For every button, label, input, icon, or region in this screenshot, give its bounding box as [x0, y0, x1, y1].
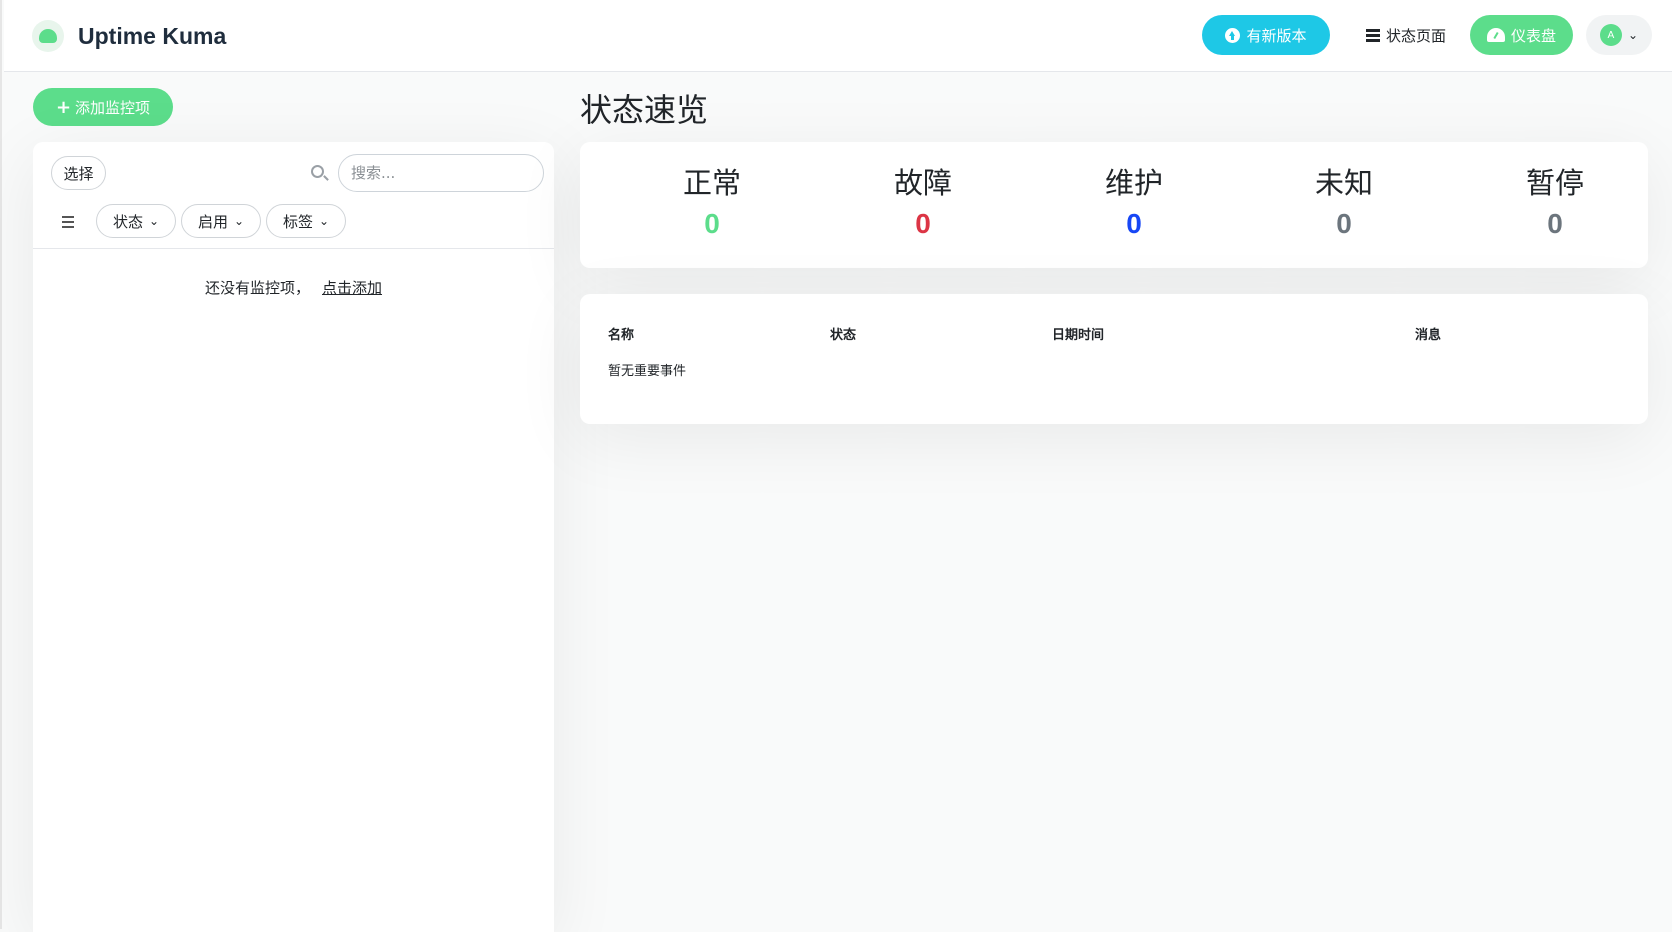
empty-monitor-text: 还没有监控项，: [204, 279, 310, 297]
arrow-circle-up-icon: [1225, 27, 1241, 43]
empty-monitor-message: 还没有监控项， 点击添加: [33, 277, 554, 298]
stat-maintenance: 维护 0: [1054, 160, 1214, 240]
stat-unknown-label: 未知: [1314, 166, 1373, 200]
gauge-icon: [1486, 28, 1505, 42]
dashboard-label: 仪表盘: [1510, 26, 1556, 45]
status-filter-dropdown[interactable]: 状态 ⌄: [96, 204, 176, 238]
stat-paused-value: 0: [1547, 208, 1563, 239]
search-icon: [311, 165, 324, 178]
filter-menu-icon[interactable]: [62, 216, 74, 228]
column-header-name[interactable]: 名称: [608, 324, 634, 343]
divider: [33, 248, 554, 249]
stat-down: 故障 0: [843, 160, 1003, 240]
brand[interactable]: Uptime Kuma: [32, 20, 226, 52]
important-events-card: 名称 状态 日期时间 消息 暂无重要事件: [580, 294, 1648, 424]
new-version-label: 有新版本: [1246, 26, 1307, 45]
search-input[interactable]: [338, 154, 544, 192]
avatar: A: [1599, 24, 1622, 46]
status-filter-label: 状态: [112, 212, 143, 231]
column-header-message[interactable]: 消息: [1415, 324, 1441, 343]
chevron-down-icon: ⌄: [1627, 28, 1639, 42]
stat-paused: 暂停 0: [1475, 160, 1635, 240]
stat-unknown-value: 0: [1336, 208, 1352, 239]
stat-paused-label: 暂停: [1525, 166, 1584, 200]
select-button[interactable]: 选择: [51, 156, 106, 190]
status-page-label: 状态页面: [1385, 26, 1446, 45]
plus-icon: +: [55, 96, 72, 118]
stat-maintenance-value: 0: [1126, 208, 1142, 239]
top-header: Uptime Kuma 有新版本 状态页面 仪表盘 A ⌄: [4, 0, 1672, 72]
stat-down-value: 0: [915, 208, 931, 239]
status-overview-card: 正常 0 故障 0 维护 0 未知 0 暂停 0: [580, 142, 1648, 268]
app-name: Uptime Kuma: [78, 22, 227, 49]
no-events-message: 暂无重要事件: [608, 364, 687, 379]
dashboard-button[interactable]: 仪表盘: [1470, 15, 1573, 55]
active-filter-label: 启用: [197, 212, 228, 231]
stat-up-value: 0: [704, 208, 720, 239]
chevron-down-icon: ⌄: [148, 214, 160, 228]
stat-up: 正常 0: [632, 160, 792, 240]
column-header-status[interactable]: 状态: [830, 324, 856, 343]
tags-filter-label: 标签: [282, 212, 313, 231]
stat-maintenance-label: 维护: [1104, 166, 1163, 200]
add-monitor-link[interactable]: 点击添加: [322, 279, 382, 297]
add-monitor-button[interactable]: + 添加监控项: [33, 88, 173, 126]
tags-filter-dropdown[interactable]: 标签 ⌄: [266, 204, 346, 238]
app-frame: Uptime Kuma 有新版本 状态页面 仪表盘 A ⌄ + 添加监控项 选择: [0, 0, 1672, 932]
chevron-down-icon: ⌄: [318, 214, 330, 228]
stat-down-label: 故障: [893, 166, 952, 200]
add-monitor-label: 添加监控项: [75, 98, 151, 117]
list-icon: [1365, 29, 1380, 42]
column-header-datetime[interactable]: 日期时间: [1052, 324, 1104, 343]
chevron-down-icon: ⌄: [233, 214, 245, 228]
active-filter-dropdown[interactable]: 启用 ⌄: [181, 204, 261, 238]
profile-dropdown[interactable]: A ⌄: [1586, 15, 1652, 55]
monitor-list-panel: 选择 状态 ⌄ 启用 ⌄ 标签 ⌄ 还没有监控项， 点击添加: [33, 142, 554, 932]
stat-up-label: 正常: [682, 166, 741, 200]
stat-unknown: 未知 0: [1264, 160, 1424, 240]
page-title: 状态速览: [580, 91, 709, 129]
new-version-button[interactable]: 有新版本: [1202, 15, 1330, 55]
status-page-button[interactable]: 状态页面: [1358, 15, 1454, 55]
uptime-kuma-logo-icon: [32, 20, 64, 52]
